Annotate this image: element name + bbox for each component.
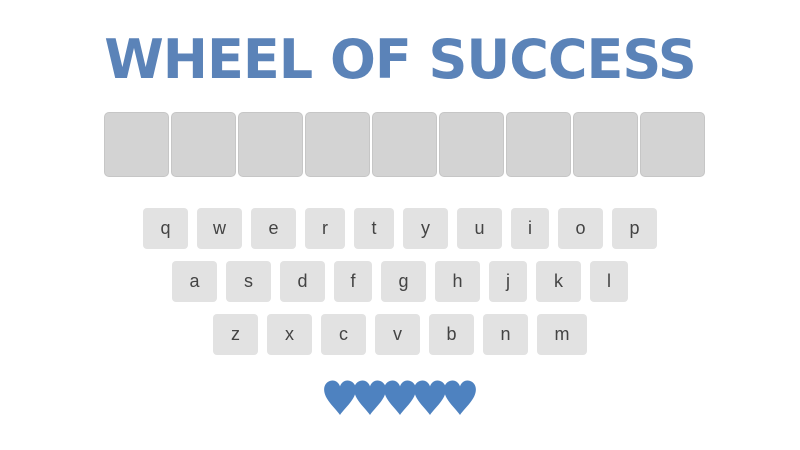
key-a[interactable]: a [172,261,217,302]
heart-icon [353,380,387,416]
key-t[interactable]: t [354,208,394,249]
key-b[interactable]: b [429,314,474,355]
letter-tile [372,112,437,177]
lives-indicator [0,380,800,420]
key-u[interactable]: u [457,208,502,249]
keyboard-row-3: zxcvbnm [0,314,800,355]
key-q[interactable]: q [143,208,188,249]
word-tiles [104,112,707,177]
keyboard-row-2: asdfghjkl [0,261,800,302]
heart-icon [413,380,447,416]
key-z[interactable]: z [213,314,258,355]
letter-tile [238,112,303,177]
letter-tile [305,112,370,177]
key-r[interactable]: r [305,208,345,249]
key-k[interactable]: k [536,261,581,302]
key-c[interactable]: c [321,314,366,355]
key-v[interactable]: v [375,314,420,355]
letter-tile [171,112,236,177]
letter-tile [506,112,571,177]
key-h[interactable]: h [435,261,480,302]
key-e[interactable]: e [251,208,296,249]
keyboard-row-1: qwertyuiop [0,208,800,249]
key-w[interactable]: w [197,208,242,249]
key-d[interactable]: d [280,261,325,302]
heart-icon [323,380,357,416]
letter-tile [640,112,705,177]
key-n[interactable]: n [483,314,528,355]
key-l[interactable]: l [590,261,628,302]
key-y[interactable]: y [403,208,448,249]
key-x[interactable]: x [267,314,312,355]
key-s[interactable]: s [226,261,271,302]
letter-tile [573,112,638,177]
game-title: WHEEL OF SUCCESS [104,28,697,91]
key-m[interactable]: m [537,314,587,355]
heart-icon [443,380,477,416]
key-j[interactable]: j [489,261,527,302]
heart-icon [383,380,417,416]
key-p[interactable]: p [612,208,657,249]
key-o[interactable]: o [558,208,603,249]
key-g[interactable]: g [381,261,426,302]
key-i[interactable]: i [511,208,549,249]
key-f[interactable]: f [334,261,372,302]
letter-tile [104,112,169,177]
letter-tile [439,112,504,177]
